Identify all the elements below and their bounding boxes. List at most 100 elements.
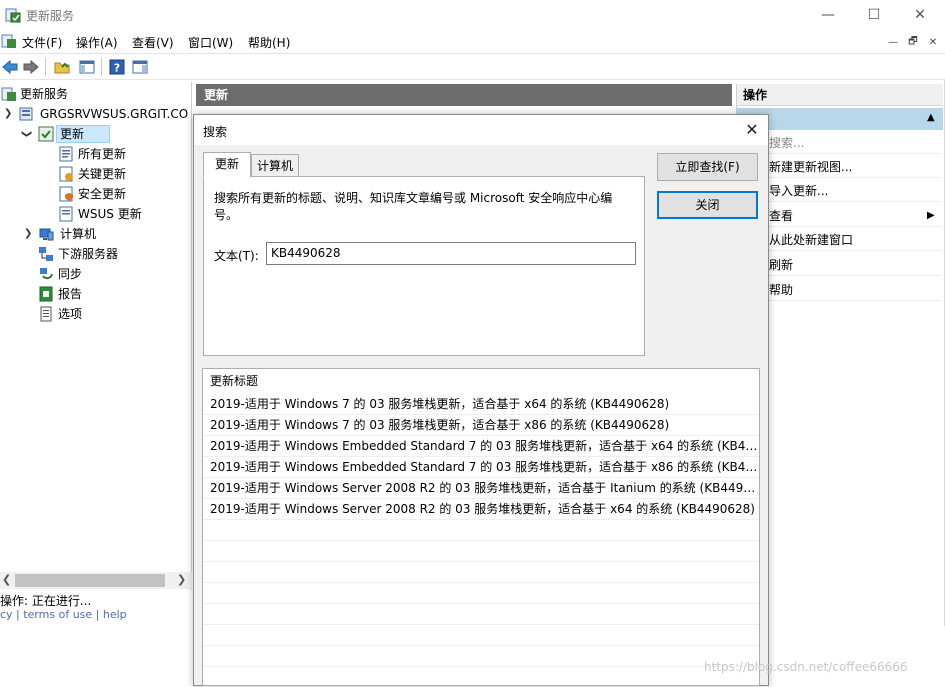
tree-item-label: GRGSRVWSUS.GRGIT.CO <box>40 107 189 121</box>
security-update-icon <box>59 186 73 202</box>
update-services-icon <box>5 8 21 23</box>
tree-item-computers[interactable]: ❯ 计算机 <box>20 224 190 244</box>
action-pane-header: 操作 <box>737 84 943 106</box>
tree-item-wsus-updates[interactable]: WSUS 更新 <box>58 204 190 224</box>
menu-help[interactable]: 帮助(H) <box>248 34 290 51</box>
close-window-button[interactable]: ✕ <box>897 0 943 30</box>
mdi-close-button[interactable]: ✕ <box>924 34 942 50</box>
scroll-left-icon[interactable]: ❮ <box>2 573 11 586</box>
forward-arrow-icon[interactable] <box>23 59 39 75</box>
tree-item-label: WSUS 更新 <box>78 207 142 221</box>
critical-update-icon <box>59 166 73 182</box>
empty-row <box>203 646 759 667</box>
tree-item-label: 安全更新 <box>78 187 127 201</box>
find-now-button[interactable]: 立即查找(F) <box>657 153 758 181</box>
action-view[interactable]: 查看 ▶ <box>769 205 941 227</box>
tree-item-label: 下游服务器 <box>58 247 119 261</box>
close-button[interactable]: 关闭 <box>657 191 758 219</box>
title-bar[interactable]: 更新服务 — ☐ ✕ <box>0 0 945 30</box>
action-import-updates[interactable]: 导入更新... <box>769 180 941 202</box>
tab-computers[interactable]: 计算机 <box>251 154 299 178</box>
empty-row <box>203 625 759 646</box>
text-field-label: 文本(T): <box>214 249 259 263</box>
tree-item-updates[interactable]: ❯ 更新 <box>20 124 190 144</box>
help-icon[interactable]: ? <box>109 59 125 75</box>
results-column-header[interactable]: 更新标题 <box>203 369 759 393</box>
results-list: 更新标题 2019-适用于 Windows 7 的 03 服务堆栈更新，适合基于… <box>202 368 760 686</box>
scrollbar-thumb[interactable] <box>15 574 165 587</box>
update-services-icon <box>1 87 16 101</box>
tab-panel: 搜索所有更新的标题、说明、知识库文章编号或 Microsoft 安全响应中心编号… <box>203 176 645 356</box>
tree-horizontal-scrollbar[interactable]: ❮ ❯ <box>0 572 192 589</box>
dialog-title-bar[interactable]: 搜索 ✕ <box>194 115 768 145</box>
options-icon <box>40 306 52 322</box>
sync-icon <box>40 268 53 280</box>
tree-item-label: 更新服务 <box>20 87 69 101</box>
update-list-icon <box>59 146 73 162</box>
tree-item-security-updates[interactable]: 安全更新 <box>58 184 190 204</box>
result-row[interactable]: 2019-适用于 Windows Server 2008 R2 的 03 服务堆… <box>203 478 759 499</box>
result-row[interactable]: 2019-适用于 Windows Embedded Standard 7 的 0… <box>203 436 759 457</box>
tree-item-sync[interactable]: 同步 <box>38 264 190 284</box>
tree-item-label: 选项 <box>58 307 83 321</box>
wsus-update-icon <box>59 206 73 222</box>
updates-icon <box>38 126 54 142</box>
show-hide-action-pane-icon[interactable] <box>132 59 148 75</box>
scroll-right-icon[interactable]: ❯ <box>177 573 186 586</box>
reports-icon <box>39 286 53 302</box>
mdi-restore-button[interactable]: 🗗 <box>904 34 922 50</box>
mdi-minimize-button[interactable]: — <box>884 34 902 50</box>
tree-item-server[interactable]: ❯ GRGSRVWSUS.GRGIT.CO <box>0 104 190 124</box>
tree-item-options[interactable]: 选项 <box>38 304 190 324</box>
collapse-chevron-icon[interactable]: ❯ <box>16 130 36 138</box>
action-view-label: 查看 <box>769 209 794 223</box>
empty-row <box>203 583 759 604</box>
tree-item-critical-updates[interactable]: 关键更新 <box>58 164 190 184</box>
expand-chevron-icon[interactable]: ❯ <box>24 224 32 244</box>
result-row[interactable]: 2019-适用于 Windows Server 2008 R2 的 03 服务堆… <box>203 499 759 520</box>
empty-row <box>203 541 759 562</box>
result-row[interactable]: 2019-适用于 Windows 7 的 03 服务堆栈更新，适合基于 x64 … <box>203 394 759 415</box>
back-arrow-icon[interactable] <box>2 59 18 75</box>
tree-item-label: 同步 <box>58 267 83 281</box>
show-hide-tree-icon[interactable] <box>79 59 95 75</box>
tab-updates[interactable]: 更新 <box>203 152 251 178</box>
action-new-window-from-here[interactable]: 从此处新建窗口 <box>769 229 941 251</box>
tree-item-update-services[interactable]: 更新服务 <box>0 84 190 104</box>
tree-item-downstream-servers[interactable]: 下游服务器 <box>38 244 190 264</box>
menu-window[interactable]: 窗口(W) <box>188 34 233 51</box>
menu-view[interactable]: 查看(V) <box>132 34 174 51</box>
window-title: 更新服务 <box>26 9 75 23</box>
tree-item-label: 关键更新 <box>78 167 127 181</box>
center-pane-header: 更新 <box>196 84 732 106</box>
action-refresh[interactable]: 刷新 <box>769 254 941 276</box>
maximize-button[interactable]: ☐ <box>851 0 897 30</box>
expand-chevron-icon[interactable]: ❯ <box>4 104 12 124</box>
tree-item-reports[interactable]: 报告 <box>38 284 190 304</box>
console-tree: 更新服务 ❯ GRGSRVWSUS.GRGIT.CO ❯ 更新 所有更新 关键更… <box>0 82 192 590</box>
result-row[interactable]: 2019-适用于 Windows 7 的 03 服务堆栈更新，适合基于 x86 … <box>203 415 759 436</box>
tree-item-label: 所有更新 <box>78 147 127 161</box>
toolbar-separator <box>45 58 46 76</box>
toolbar-separator <box>101 58 102 76</box>
watermark: https://blog.csdn.net/coffee66666 <box>704 660 908 674</box>
action-help[interactable]: 帮助 <box>769 279 941 301</box>
search-description: 搜索所有更新的标题、说明、知识库文章编号或 Microsoft 安全响应中心编号… <box>214 191 613 222</box>
menu-action[interactable]: 操作(A) <box>76 34 118 51</box>
search-text-input[interactable]: KB4490628 <box>266 242 636 265</box>
tree-item-all-updates[interactable]: 所有更新 <box>58 144 190 164</box>
toolbar: ? <box>0 54 945 80</box>
search-dialog: 搜索 ✕ 更新 计算机 搜索所有更新的标题、说明、知识库文章编号或 Micros… <box>193 114 769 686</box>
empty-row <box>203 562 759 583</box>
submenu-arrow-icon: ▶ <box>927 210 935 221</box>
menu-file[interactable]: 文件(F) <box>22 34 62 51</box>
result-row[interactable]: 2019-适用于 Windows Embedded Standard 7 的 0… <box>203 457 759 478</box>
background-footer-links[interactable]: cy | terms of use | help <box>0 608 127 621</box>
action-search[interactable]: 搜索... <box>769 132 941 154</box>
minimize-button[interactable]: — <box>805 0 851 30</box>
action-new-update-view[interactable]: 新建更新视图... <box>769 156 941 178</box>
up-folder-icon[interactable] <box>54 59 70 75</box>
collapse-triangle-icon[interactable]: ▲ <box>927 112 935 123</box>
menu-bar: 文件(F) 操作(A) 查看(V) 窗口(W) 帮助(H) <box>0 30 945 54</box>
dialog-close-icon[interactable]: ✕ <box>742 121 762 139</box>
